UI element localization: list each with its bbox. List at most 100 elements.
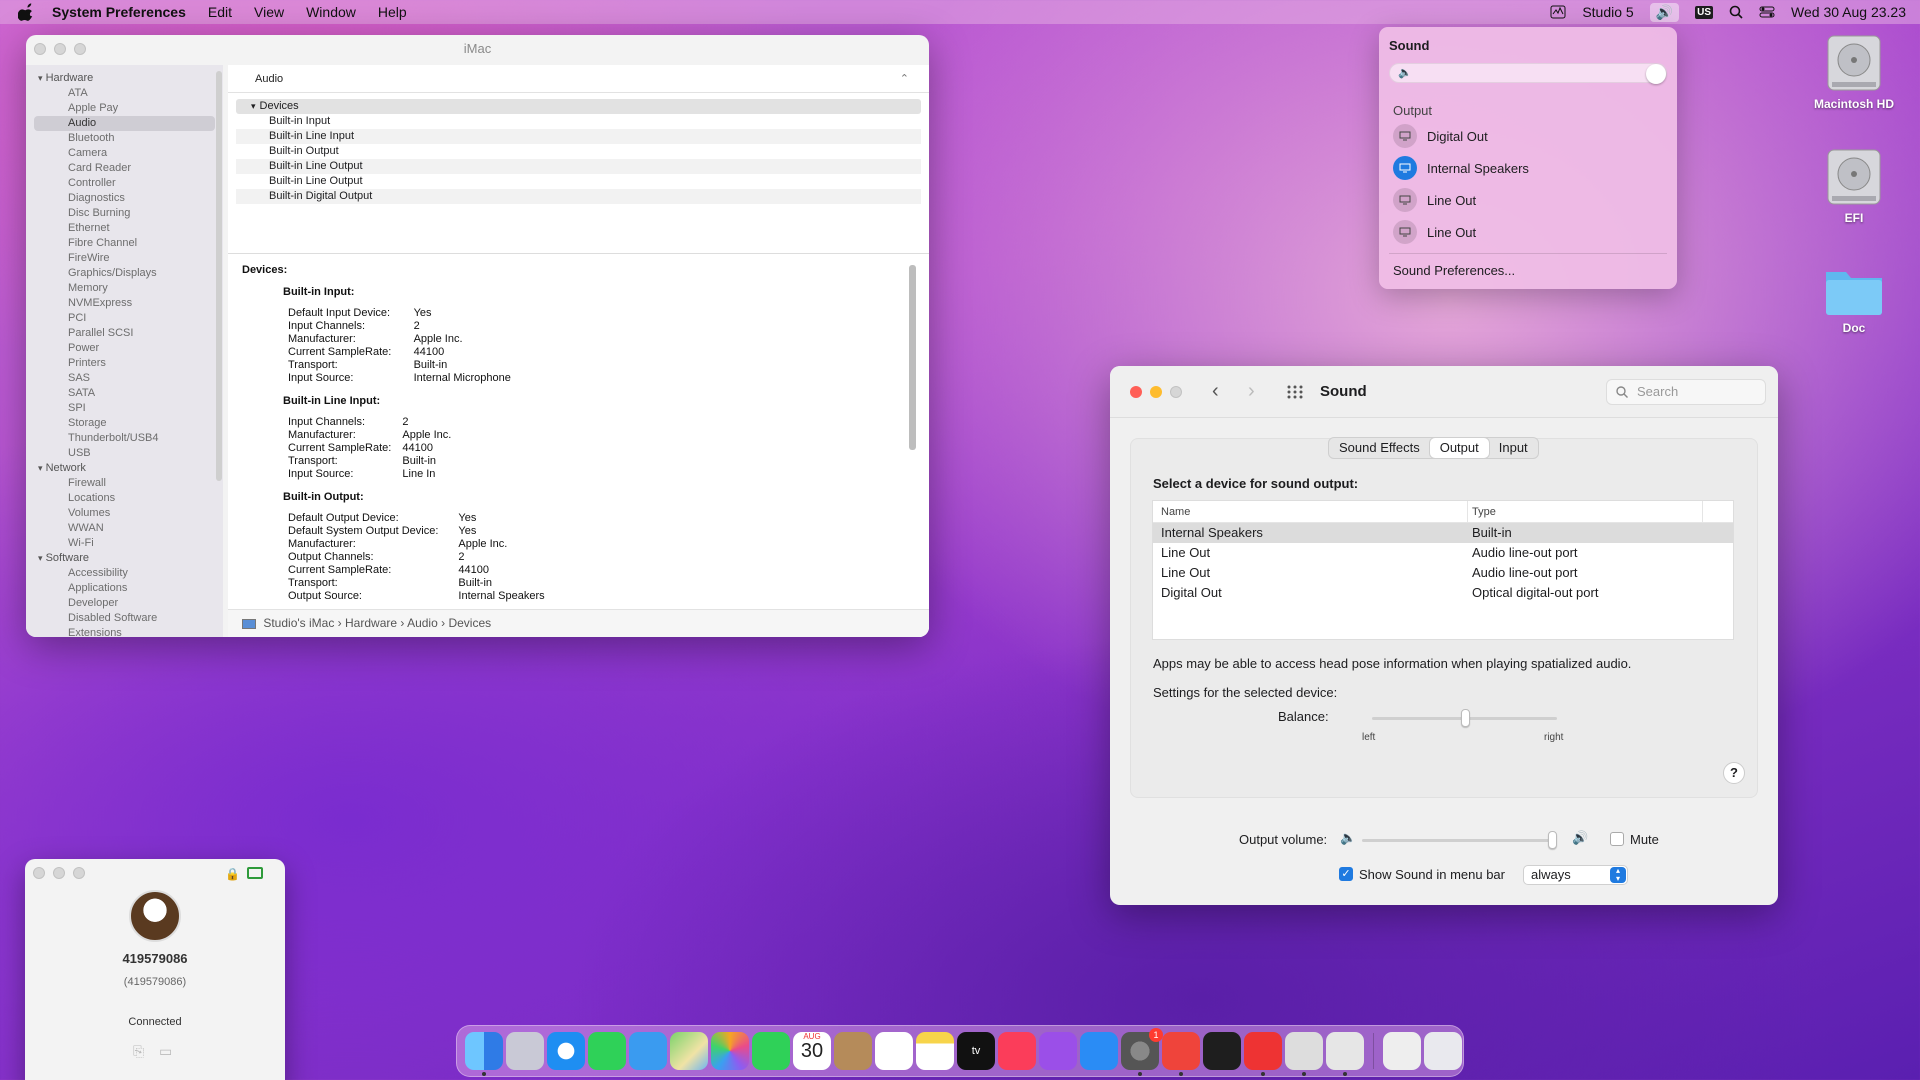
list-item[interactable]: Built-in Digital Output [236, 189, 921, 204]
sidebar-item[interactable]: Thunderbolt/USB4 [26, 431, 223, 446]
sidebar-item[interactable]: Printers [26, 356, 223, 371]
output-device-item-selected[interactable]: Internal Speakers [1393, 155, 1529, 181]
facetime-icon[interactable] [752, 1032, 790, 1070]
breadcrumb-item[interactable]: Hardware [345, 616, 397, 630]
mail-icon[interactable] [629, 1032, 667, 1070]
music-icon[interactable] [998, 1032, 1036, 1070]
output-volume-thumb[interactable] [1548, 831, 1557, 849]
menu-edit[interactable]: Edit [208, 4, 232, 20]
screen-icon[interactable] [247, 867, 263, 879]
tab-input[interactable]: Input [1489, 438, 1538, 458]
sidebar-item[interactable]: Diagnostics [26, 191, 223, 206]
contacts-icon[interactable] [834, 1032, 872, 1070]
menu-clock[interactable]: Wed 30 Aug 23.23 [1791, 4, 1906, 20]
show-in-menubar-checkbox[interactable]: ✓ [1339, 867, 1353, 881]
sidebar-item[interactable]: NVMExpress [26, 296, 223, 311]
detail-scrollbar[interactable] [909, 265, 916, 450]
system-preferences-icon[interactable]: 1 [1121, 1028, 1163, 1076]
table-row[interactable]: Internal Speakers Built-in [1153, 523, 1733, 543]
sidebar-group[interactable]: ▾ Network [26, 461, 223, 476]
file-icon[interactable] [1383, 1032, 1421, 1070]
help-button[interactable]: ? [1723, 762, 1745, 784]
sidebar-item[interactable]: Parallel SCSI [26, 326, 223, 341]
sidebar-item[interactable]: Memory [26, 281, 223, 296]
launchpad-icon[interactable] [506, 1032, 544, 1070]
menu-view[interactable]: View [254, 4, 284, 20]
zoom-button[interactable] [1170, 386, 1182, 398]
sound-menu-icon[interactable]: 🔊 [1649, 2, 1680, 22]
breadcrumb-item[interactable]: Studio's iMac [263, 616, 334, 630]
output-device-item[interactable]: Line Out [1393, 219, 1476, 245]
search-icon[interactable] [1729, 5, 1743, 19]
sidebar-item[interactable]: ATA [26, 86, 223, 101]
sidebar-item[interactable]: Firewall [26, 476, 223, 491]
keyboard-input-icon[interactable]: US [1695, 5, 1714, 19]
tab-sound-effects[interactable]: Sound Effects [1329, 438, 1430, 458]
sidebar-item[interactable]: Volumes [26, 506, 223, 521]
sidebar-item[interactable]: Ethernet [26, 221, 223, 236]
column-header-type[interactable]: Type [1468, 501, 1703, 522]
messages-icon[interactable] [588, 1032, 626, 1070]
menu-app-name[interactable]: System Preferences [52, 4, 186, 20]
desktop-icon-doc[interactable]: Doc [1799, 262, 1909, 335]
mute-checkbox[interactable] [1610, 832, 1624, 846]
breadcrumb-item[interactable]: Audio [407, 616, 438, 630]
sidebar-item[interactable]: Controller [26, 176, 223, 191]
breadcrumb-item[interactable]: Devices [448, 616, 491, 630]
back-icon[interactable]: ‹ [1212, 380, 1219, 403]
sidebar-item[interactable]: SAS [26, 371, 223, 386]
trash-icon[interactable] [1424, 1032, 1462, 1070]
search-input[interactable]: Search [1606, 379, 1766, 405]
column-header-name[interactable]: Name [1153, 501, 1468, 522]
volume-knob[interactable] [1646, 64, 1666, 84]
tab-output[interactable]: Output [1429, 438, 1489, 458]
sidebar-item[interactable]: Camera [26, 146, 223, 161]
sidebar-item[interactable]: SATA [26, 386, 223, 401]
sidebar-item[interactable]: Power [26, 341, 223, 356]
apple-icon[interactable] [18, 3, 36, 21]
sidebar-item[interactable]: Locations [26, 491, 223, 506]
list-item[interactable]: Built-in Line Output [236, 174, 921, 189]
sidebar-item[interactable]: Accessibility [26, 566, 223, 581]
devices-group-row[interactable]: ▾ Devices [236, 99, 921, 114]
control-center-icon[interactable] [1759, 5, 1775, 19]
sound-preferences-link[interactable]: Sound Preferences... [1393, 263, 1515, 278]
sidebar-item[interactable]: PCI [26, 311, 223, 326]
list-item[interactable]: Built-in Line Output [236, 159, 921, 174]
calendar-icon[interactable]: AUG 30 [793, 1032, 831, 1070]
chat-icon[interactable]: ▭ [159, 1043, 172, 1060]
desktop-icon-macintosh-hd[interactable]: Macintosh HD [1799, 32, 1909, 111]
editor-icon[interactable] [1285, 1032, 1323, 1076]
sidebar-item[interactable]: Audio [34, 116, 215, 131]
safari-icon[interactable] [547, 1032, 585, 1070]
sidebar-item[interactable]: Graphics/Displays [26, 266, 223, 281]
file-transfer-icon[interactable]: ⎘ [133, 1043, 144, 1060]
terminal-icon[interactable] [1203, 1032, 1241, 1070]
sidebar-item[interactable]: SPI [26, 401, 223, 416]
sidebar-item[interactable]: Developer [26, 596, 223, 611]
utility-icon[interactable] [1244, 1032, 1282, 1076]
collapse-icon[interactable]: ⌃ [900, 65, 909, 93]
output-device-item[interactable]: Line Out [1393, 187, 1476, 213]
close-button[interactable] [33, 867, 45, 879]
sidebar-item[interactable]: USB [26, 446, 223, 461]
reminders-icon[interactable] [875, 1032, 913, 1070]
table-row[interactable]: Line Out Audio line-out port [1153, 563, 1733, 583]
balance-slider-thumb[interactable] [1460, 709, 1470, 727]
sidebar-item[interactable]: Apple Pay [26, 101, 223, 116]
menubar-option-select[interactable]: always ▴ ▾ [1523, 865, 1628, 885]
maps-icon[interactable] [670, 1032, 708, 1070]
sidebar-item[interactable]: FireWire [26, 251, 223, 266]
anydesk-icon[interactable] [1162, 1032, 1200, 1076]
finder-icon[interactable] [465, 1032, 503, 1076]
sidebar-scrollbar[interactable] [216, 71, 222, 481]
sidebar-group[interactable]: ▾ Software [26, 551, 223, 566]
menu-user[interactable]: Studio 5 [1582, 4, 1633, 20]
menu-window[interactable]: Window [306, 4, 356, 20]
sidebar-item[interactable]: Bluetooth [26, 131, 223, 146]
zoom-button[interactable] [73, 867, 85, 879]
sidebar-item[interactable]: Fibre Channel [26, 236, 223, 251]
sidebar-item[interactable]: Wi-Fi [26, 536, 223, 551]
sidebar-item[interactable]: Disabled Software [26, 611, 223, 626]
table-row[interactable]: Digital Out Optical digital-out port [1153, 583, 1733, 603]
